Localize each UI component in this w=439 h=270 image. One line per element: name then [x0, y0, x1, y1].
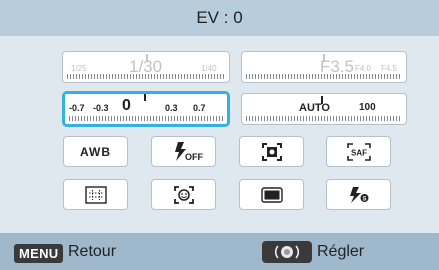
iso-mode-label: AUTO — [299, 102, 330, 114]
ev-value-label: 0.7 — [193, 103, 206, 113]
footer-bar — [0, 233, 439, 270]
display-icon — [260, 186, 283, 203]
control-dial-icon — [274, 245, 300, 259]
display-button[interactable] — [239, 179, 304, 210]
aperture-slider[interactable]: F3.5 F4.0 F4.5 — [241, 51, 407, 83]
ev-ruler — [69, 116, 223, 121]
flash-icon: S — [349, 186, 368, 203]
grid-button[interactable] — [63, 179, 128, 210]
shutter-max-label: 1/40 — [201, 64, 217, 73]
shutter-ruler — [67, 74, 225, 79]
menu-button[interactable]: MENU — [14, 244, 64, 263]
shutter-min-label: 1/25 — [71, 64, 87, 73]
ev-value-label: -0.3 — [93, 103, 109, 113]
flash-off-button[interactable]: OFF — [151, 136, 216, 167]
header-bar: EV : 0 — [0, 0, 439, 36]
ev-value-label: -0.7 — [69, 103, 85, 113]
ev-slider[interactable]: -0.7 -0.3 0 0.3 0.7 — [62, 91, 230, 127]
face-detect-button[interactable] — [151, 179, 216, 210]
face-detect-icon — [173, 185, 194, 204]
aperture-ruler — [246, 74, 402, 79]
grid-icon — [84, 185, 107, 204]
awb-icon: AWB — [80, 144, 111, 159]
ev-marker — [144, 94, 146, 101]
smart-af-button[interactable]: SAF — [326, 136, 391, 167]
svg-text:SAF: SAF — [351, 148, 367, 157]
aperture-next-label: F4.0 — [355, 64, 372, 73]
aperture-next2-label: F4.5 — [381, 64, 398, 73]
metering-icon — [261, 142, 282, 161]
flash-mode-button[interactable]: S — [326, 179, 391, 210]
metering-button[interactable] — [239, 136, 304, 167]
iso-value-label: 100 — [359, 102, 376, 113]
dial-button[interactable] — [262, 241, 312, 263]
adjust-label: Régler — [317, 243, 365, 260]
svg-text:S: S — [362, 196, 366, 202]
smart-af-icon: SAF — [346, 142, 371, 161]
ev-value-label: 0.3 — [165, 103, 178, 113]
iso-ruler — [246, 116, 402, 121]
back-label: Retour — [68, 243, 117, 260]
iso-slider[interactable]: AUTO 100 — [241, 93, 407, 125]
shutter-speed-slider[interactable]: 1/25 1/30 1/40 — [62, 51, 230, 83]
camera-settings-screen: EV : 0 1/25 1/30 1/40 F3.5 F4.0 F4.5 -0.… — [0, 0, 439, 270]
ev-current-label: 0 — [122, 97, 131, 114]
white-balance-button[interactable]: AWB — [63, 136, 128, 167]
header-title: EV : 0 — [196, 8, 243, 27]
flash-off-label: OFF — [185, 152, 203, 162]
